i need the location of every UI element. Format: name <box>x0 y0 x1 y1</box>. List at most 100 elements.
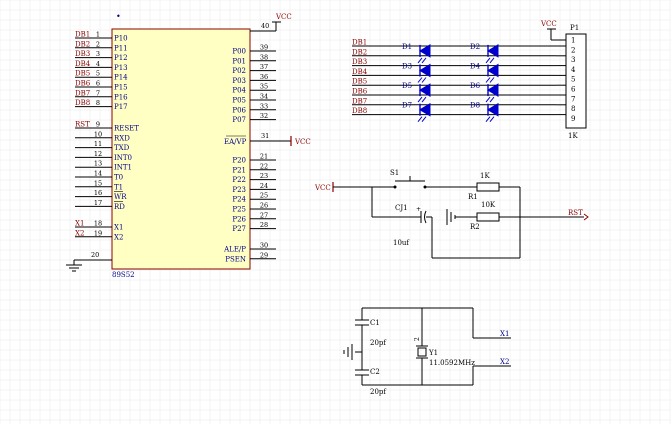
resistor-r1-label: R1 <box>468 193 478 201</box>
mcu-pin-name: P27 <box>232 225 246 233</box>
mcu-ground-icon <box>66 260 82 272</box>
mcu-pin-name: X1 <box>114 224 123 232</box>
mcu-pin-number: 8 <box>96 99 100 107</box>
mcu-pin-number: 33 <box>260 102 268 110</box>
resistor-r2-value: 10K <box>481 201 496 209</box>
diode-triangle <box>487 83 499 97</box>
cap-c1-value: 20pf <box>370 339 387 347</box>
mcu-pin-number: 17 <box>94 199 102 207</box>
reset-circuit[interactable]: VCC S1 1K R1 + CJ1 10uf 10K R2 RST <box>314 169 589 259</box>
crystal-pin-number: 2 <box>414 337 421 341</box>
mcu-pin-name: INT0 <box>114 154 132 162</box>
crystal-y1 <box>417 347 427 357</box>
mcu-pin1-marker: • <box>116 12 121 21</box>
mcu-pin-name: RESET <box>114 125 139 133</box>
reset-ground-icon <box>446 209 456 225</box>
led-net-label: DB7 <box>352 97 367 105</box>
mcu-pin-number: 30 <box>260 242 268 250</box>
mcu-pin-number: 6 <box>96 80 100 88</box>
mcu-net-label: DB8 <box>75 99 90 107</box>
reset-vcc-label: VCC <box>314 184 331 192</box>
light-arrow-icon <box>485 96 491 103</box>
mcu-pin40-number: 40 <box>261 22 269 30</box>
mcu-pin-name: P21 <box>232 166 246 174</box>
mcu-pin-name: P04 <box>232 87 246 95</box>
resistor-r2-label: R2 <box>470 223 480 231</box>
led-label: D6 <box>470 82 481 90</box>
mcu-pin-name: P15 <box>114 84 128 92</box>
mcu-pin-number: 4 <box>96 60 100 68</box>
mcu-pin-name: P14 <box>114 74 128 82</box>
diode-triangle <box>419 63 431 78</box>
mcu-pin-name: P22 <box>232 176 246 184</box>
mcu-pin-number: 11 <box>94 140 102 148</box>
mcu-pin-number: 28 <box>260 221 268 229</box>
x2-net-label: X2 <box>500 358 509 366</box>
mcu-pin-name: ALE/P <box>223 246 246 254</box>
mcu-pin-name: P00 <box>232 48 246 56</box>
connector-pin-number: 8 <box>571 105 575 113</box>
connector-pin-number: 3 <box>571 56 575 64</box>
diode-triangle <box>487 63 499 78</box>
led-label: D8 <box>470 102 480 110</box>
diode-triangle <box>419 102 431 117</box>
led-net-label: DB8 <box>352 107 367 115</box>
mcu-pin-number: 24 <box>260 182 268 190</box>
mcu-pin-number: 19 <box>94 229 102 237</box>
connector-p1 <box>565 33 587 129</box>
mcu-pin-name: P05 <box>232 97 246 105</box>
mcu-pin-name: P12 <box>114 54 128 62</box>
mcu-pin-name: T0 <box>114 174 123 182</box>
mcu-pin-number: 39 <box>260 44 268 52</box>
switch-s1-label: S1 <box>390 169 399 177</box>
cap-c2-value: 20pf <box>370 388 387 396</box>
mcu-pin-name: P23 <box>232 186 246 194</box>
mcu-pin-name: P07 <box>232 116 246 124</box>
mcu-pin-number: 35 <box>260 83 268 91</box>
diode-triangle <box>487 102 499 117</box>
mcu-net-label: DB7 <box>75 89 90 97</box>
cap-cj1-value: 10uf <box>393 239 410 247</box>
light-arrow-icon <box>489 116 495 123</box>
mcu-pin-number: 13 <box>94 160 102 168</box>
mcu-pin-number: 21 <box>260 153 268 161</box>
crystal-label: Y1 <box>428 349 438 357</box>
mcu-pin31-number: 31 <box>261 132 269 140</box>
mcu-pin-name: P13 <box>114 64 128 72</box>
mcu-pin-number: 7 <box>96 89 100 97</box>
mcu-pin-number: 10 <box>94 130 102 138</box>
mcu-net-label: DB6 <box>75 80 91 88</box>
p1-vcc-label: VCC <box>540 20 557 28</box>
x1-net-label: X1 <box>500 330 509 338</box>
led-label: D3 <box>402 63 412 71</box>
connector-pin-number: 1 <box>571 37 575 45</box>
mcu-pin-number: 37 <box>260 63 268 71</box>
led-label: D2 <box>470 43 480 51</box>
cap-c2-label: C2 <box>370 368 380 376</box>
rst-arrow-icon <box>583 213 589 221</box>
mcu-pin-number: 32 <box>260 112 268 120</box>
mcu-89s52[interactable]: • 89S52 40 VCC 20 1 P10 DB1 2 P11 DB2 3 P12 DB3 4… <box>66 12 311 279</box>
mcu-net-label: RST <box>75 121 90 129</box>
mcu-pin-number: 1 <box>96 31 100 39</box>
led-label: D5 <box>402 82 412 90</box>
mcu-pin-name: P26 <box>232 215 246 223</box>
mcu-part-name: 89S52 <box>112 271 135 279</box>
light-arrow-icon <box>421 96 427 103</box>
light-arrow-icon <box>489 57 495 64</box>
led-label: D1 <box>402 43 412 51</box>
cap-cj1-plus: + <box>416 206 421 213</box>
led-label: D4 <box>470 63 481 71</box>
light-arrow-icon <box>485 57 491 64</box>
mcu-net-label: DB2 <box>75 40 90 48</box>
mcu-pin31-name: EA/VP <box>224 138 247 146</box>
mcu-pin-name: X2 <box>114 233 123 241</box>
mcu-pin-name: RXD <box>114 134 130 142</box>
mcu-pin-number: 15 <box>94 179 102 187</box>
crystal-value: 11.0592MHz <box>429 359 475 367</box>
connector-p1-value: 1K <box>568 132 578 140</box>
mcu-pin-name: P24 <box>232 196 246 204</box>
led-net-label: DB5 <box>352 78 367 86</box>
cap-cj1-label: CJ1 <box>395 204 408 212</box>
oscillator-circuit[interactable]: C1 20pf C2 20pf 2 Y1 11.0592MHz X1 X2 <box>343 307 511 396</box>
